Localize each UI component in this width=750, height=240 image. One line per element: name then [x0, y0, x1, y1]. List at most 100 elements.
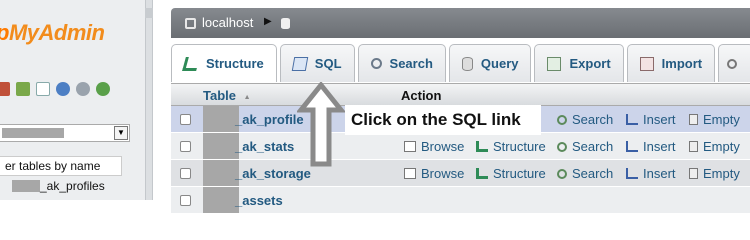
tab-structure-label: Structure	[206, 56, 264, 71]
tab-search[interactable]: Search	[357, 44, 446, 82]
browse-icon	[404, 141, 416, 152]
row-search-link[interactable]: Search	[557, 166, 613, 181]
import-icon	[639, 56, 654, 71]
chevron-down-icon[interactable]: ▼	[114, 126, 128, 140]
table-row[interactable]: _ak_stats Browse Structure Search Insert…	[171, 133, 750, 160]
insert-icon	[626, 141, 638, 152]
navigation-icons	[0, 82, 110, 96]
database-icon[interactable]	[281, 18, 290, 29]
table-name-link[interactable]: _assets	[235, 193, 283, 208]
tab-query[interactable]: Query	[448, 44, 532, 82]
redacted-prefix	[203, 106, 239, 132]
server-link[interactable]: localhost	[185, 15, 253, 30]
row-empty-link[interactable]: Empty	[689, 112, 740, 127]
docs-icon[interactable]	[36, 82, 50, 96]
panel-splitter[interactable]	[145, 0, 153, 200]
sql-icon	[291, 56, 309, 71]
row-checkbox[interactable]	[180, 168, 191, 179]
nav-table-item[interactable]: _ak_profiles	[0, 179, 105, 193]
tab-operations[interactable]	[718, 44, 750, 82]
row-search-link[interactable]: Search	[557, 139, 613, 154]
tab-export[interactable]: Export	[534, 44, 624, 82]
table-name-link[interactable]: _ak_profile	[235, 112, 304, 127]
structure-icon	[476, 168, 488, 179]
search-icon	[557, 142, 567, 152]
tab-search-label: Search	[389, 56, 433, 71]
table-column-header[interactable]: Table ▲	[203, 88, 251, 103]
row-search-label: Search	[572, 139, 614, 154]
row-insert-link[interactable]: Insert	[626, 112, 676, 127]
table-name-link[interactable]: _ak_storage	[235, 166, 311, 181]
help-icon[interactable]	[56, 82, 70, 96]
row-checkbox[interactable]	[180, 141, 191, 152]
row-insert-link[interactable]: Insert	[626, 139, 676, 154]
row-browse-link[interactable]: Browse	[404, 166, 464, 181]
row-empty-label: Empty	[703, 166, 740, 181]
search-icon	[370, 58, 382, 69]
table-row[interactable]: _assets	[171, 187, 750, 214]
settings-icon[interactable]	[76, 82, 90, 96]
row-empty-label: Empty	[703, 112, 740, 127]
row-empty-link[interactable]: Empty	[689, 139, 740, 154]
row-empty-link[interactable]: Empty	[689, 166, 740, 181]
action-column-header: Action	[401, 88, 442, 103]
export-icon	[547, 56, 562, 71]
collapse-handle[interactable]	[145, 8, 153, 18]
search-icon	[557, 169, 567, 179]
navigation-panel: pMyAdmin ▼ er tables by name _ak_profile…	[0, 0, 145, 200]
search-icon	[557, 115, 567, 125]
row-structure-link[interactable]: Structure	[476, 166, 546, 181]
filter-tables-input[interactable]: er tables by name	[0, 156, 122, 176]
main-tabs: Structure SQL Search Query Export Import	[171, 44, 750, 84]
table-column-label: Table	[203, 88, 236, 103]
tab-import-label: Import	[661, 56, 703, 71]
row-browse-link[interactable]: Browse	[404, 139, 464, 154]
phpmyadmin-logo[interactable]: pMyAdmin	[0, 20, 105, 46]
empty-icon	[689, 141, 698, 152]
empty-icon	[689, 114, 698, 125]
exit-icon[interactable]	[0, 82, 10, 96]
reload-icon[interactable]	[96, 82, 110, 96]
row-empty-label: Empty	[703, 139, 740, 154]
row-insert-label: Insert	[643, 139, 676, 154]
tab-import[interactable]: Import	[626, 44, 716, 82]
row-checkbox[interactable]	[180, 195, 191, 206]
row-checkbox[interactable]	[180, 114, 191, 125]
database-select[interactable]: ▼	[0, 124, 130, 142]
row-insert-label: Insert	[643, 112, 676, 127]
nav-table-item-label: _ak_profiles	[40, 179, 105, 193]
row-structure-link[interactable]: Structure	[476, 139, 546, 154]
wrench-icon	[727, 58, 738, 69]
tab-query-label: Query	[480, 56, 519, 71]
logo-text-myadmin: MyAdmin	[8, 20, 105, 45]
table-name-link[interactable]: _ak_stats	[235, 139, 294, 154]
server-name: localhost	[202, 15, 254, 30]
browse-icon	[404, 168, 416, 179]
table-header-row: Table ▲ Action	[171, 84, 750, 106]
sort-arrow-icon: ▲	[243, 94, 251, 101]
row-insert-link[interactable]: Insert	[626, 166, 676, 181]
row-browse-label: Browse	[421, 166, 465, 181]
tab-structure[interactable]: Structure	[171, 44, 277, 82]
tab-sql-label: SQL	[314, 56, 342, 71]
table-row[interactable]: _ak_storage Browse Structure Search Inse…	[171, 160, 750, 187]
selected-database-redacted	[2, 128, 64, 138]
row-search-label: Search	[572, 166, 614, 181]
gutter	[153, 0, 170, 200]
row-search-label: Search	[572, 112, 614, 127]
redacted-prefix	[203, 160, 239, 186]
tab-sql[interactable]: SQL	[279, 44, 355, 82]
redacted-prefix	[203, 133, 239, 159]
annotation-callout: Click on the SQL link	[345, 105, 541, 135]
annotation-arrow	[297, 82, 345, 167]
row-search-link[interactable]: Search	[557, 112, 613, 127]
tab-export-label: Export	[569, 56, 611, 71]
structure-icon	[476, 141, 488, 152]
redacted-prefix	[203, 187, 239, 213]
server-breadcrumb-bar: localhost ▶	[171, 8, 750, 38]
query-window-icon[interactable]	[16, 82, 30, 96]
row-browse-label: Browse	[421, 139, 465, 154]
insert-icon	[626, 114, 638, 125]
row-insert-label: Insert	[643, 166, 676, 181]
empty-icon	[689, 168, 698, 179]
